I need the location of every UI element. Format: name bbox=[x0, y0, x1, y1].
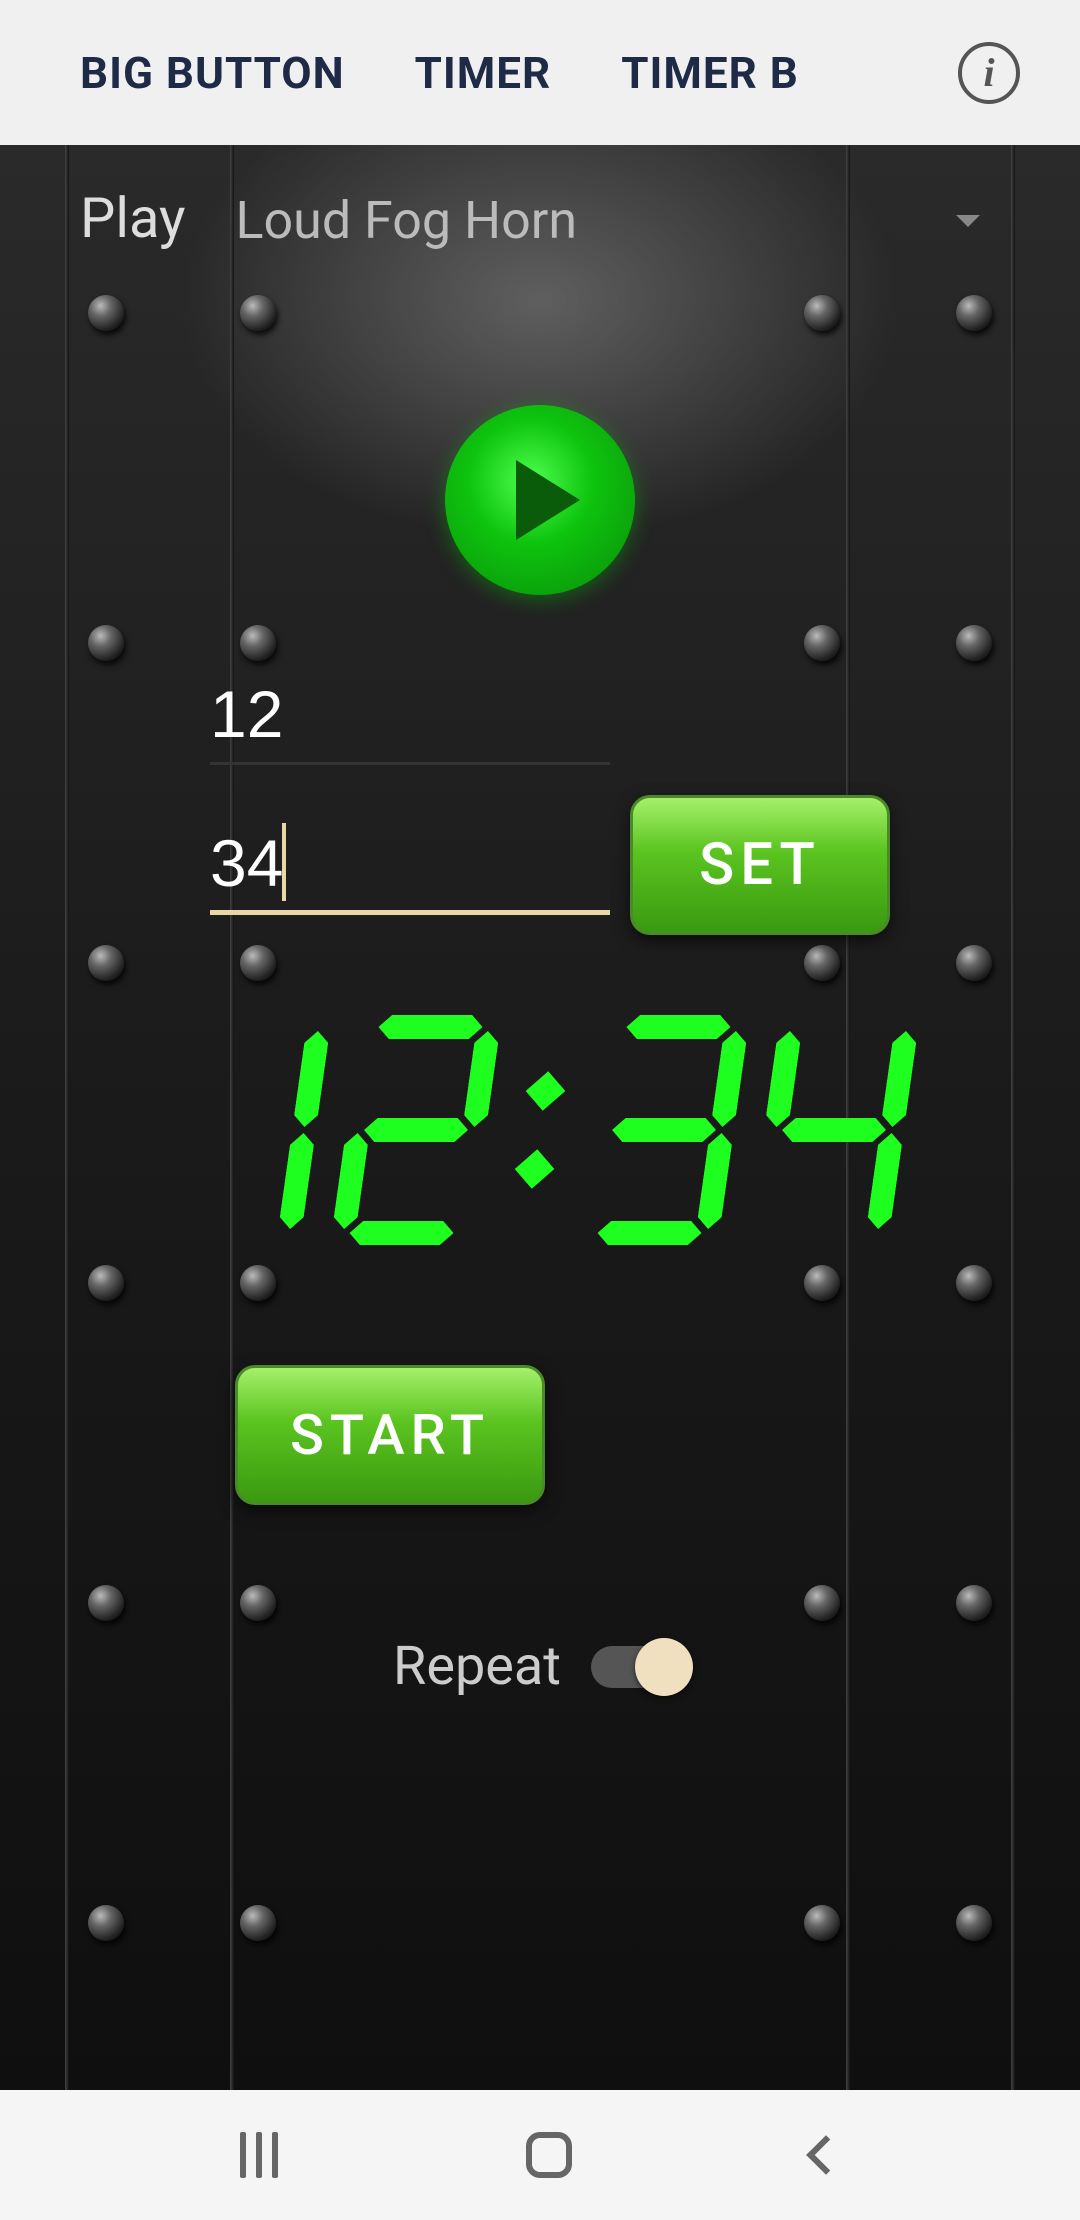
rivet-decoration bbox=[88, 625, 124, 661]
rivet-decoration bbox=[240, 945, 276, 981]
nav-home-button[interactable] bbox=[526, 2132, 572, 2178]
tab-timer[interactable]: TIMER bbox=[415, 47, 552, 99]
rivet-decoration bbox=[804, 1905, 840, 1941]
main-panel: Play Loud Fog Horn SET 12:34 bbox=[0, 145, 1080, 2090]
repeat-label: Repeat bbox=[393, 1635, 561, 1698]
rivet-decoration bbox=[240, 625, 276, 661]
rivet-decoration bbox=[956, 295, 992, 331]
sound-dropdown[interactable]: Loud Fog Horn bbox=[236, 190, 981, 251]
rivet-decoration bbox=[88, 1905, 124, 1941]
tab-timer-b[interactable]: TIMER B bbox=[621, 47, 799, 99]
minutes-input[interactable] bbox=[210, 665, 610, 765]
digit-1 bbox=[160, 1015, 332, 1245]
rivet-decoration bbox=[956, 1905, 992, 1941]
top-tab-bar: BIG BUTTON TIMER TIMER B i bbox=[0, 0, 1080, 145]
play-icon bbox=[516, 460, 580, 540]
rivet-decoration bbox=[240, 1905, 276, 1941]
nav-back-button[interactable] bbox=[806, 2135, 846, 2175]
digit-3 bbox=[578, 1015, 750, 1245]
rivet-decoration bbox=[956, 945, 992, 981]
rivet-decoration bbox=[240, 1265, 276, 1301]
rivet-decoration bbox=[240, 295, 276, 331]
android-nav-bar bbox=[0, 2090, 1080, 2220]
rivet-decoration bbox=[88, 945, 124, 981]
rivet-decoration bbox=[240, 1585, 276, 1621]
chevron-down-icon bbox=[956, 215, 980, 227]
start-button[interactable]: START bbox=[235, 1365, 545, 1505]
rivet-decoration bbox=[804, 1265, 840, 1301]
rivet-decoration bbox=[804, 625, 840, 661]
tab-big-button[interactable]: BIG BUTTON bbox=[80, 47, 345, 99]
repeat-row: Repeat bbox=[0, 1635, 1080, 1698]
rivet-decoration bbox=[88, 295, 124, 331]
toggle-knob bbox=[635, 1638, 693, 1696]
set-button[interactable]: SET bbox=[630, 795, 890, 935]
rivet-decoration bbox=[804, 945, 840, 981]
text-cursor bbox=[282, 823, 286, 901]
rivet-decoration bbox=[88, 1585, 124, 1621]
timer-display: 12:34 bbox=[0, 1015, 1080, 1245]
info-icon[interactable]: i bbox=[958, 42, 1020, 104]
rivet-decoration bbox=[88, 1265, 124, 1301]
tab-list: BIG BUTTON TIMER TIMER B bbox=[30, 47, 799, 99]
rivet-decoration bbox=[804, 1585, 840, 1621]
seconds-input[interactable] bbox=[210, 815, 610, 915]
digit-2 bbox=[330, 1015, 502, 1245]
play-label: Play bbox=[80, 185, 186, 251]
digit-4 bbox=[748, 1015, 920, 1245]
rivet-decoration bbox=[956, 1585, 992, 1621]
sound-selected-value: Loud Fog Horn bbox=[236, 190, 578, 251]
colon-separator bbox=[509, 1077, 572, 1183]
rivet-decoration bbox=[956, 625, 992, 661]
nav-recent-button[interactable] bbox=[240, 2132, 286, 2178]
repeat-toggle[interactable] bbox=[591, 1646, 687, 1688]
sound-selector-row: Play Loud Fog Horn bbox=[80, 185, 980, 251]
rivet-decoration bbox=[956, 1265, 992, 1301]
preview-play-button[interactable] bbox=[445, 405, 635, 595]
rivet-decoration bbox=[804, 295, 840, 331]
